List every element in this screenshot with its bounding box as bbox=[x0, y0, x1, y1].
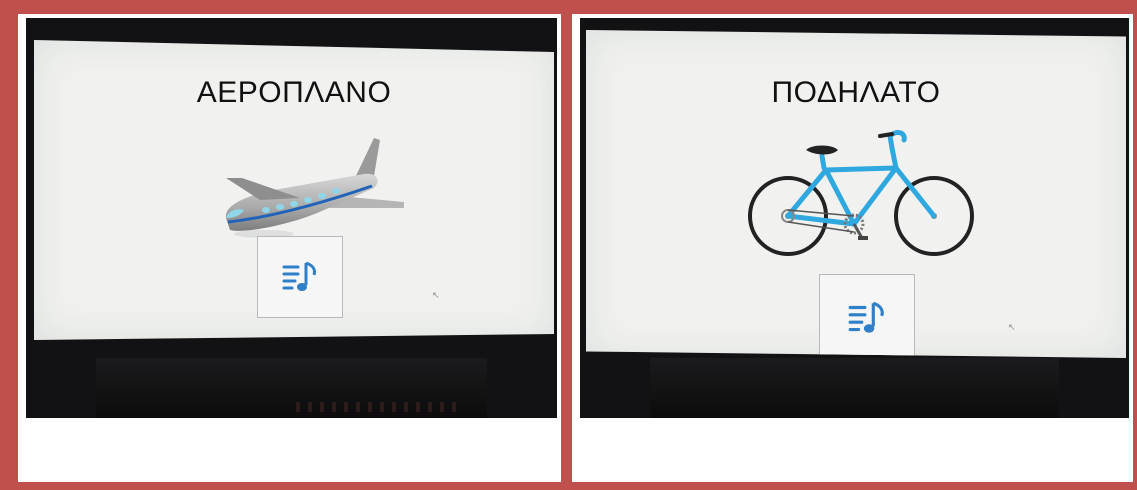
monitor-stand bbox=[650, 358, 1059, 418]
table-cell-airplane: ΑΕΡΟΠΛΑΝΟ ↖ bbox=[18, 14, 561, 482]
play-sound-button[interactable] bbox=[819, 274, 915, 358]
airplane-icon bbox=[225, 138, 404, 238]
table-cell-bicycle: ΠΟΔΗΛΑΤΟ ↖ bbox=[572, 14, 1133, 482]
monitor-screen: ΑΕΡΟΠΛΑΝΟ ↖ bbox=[34, 40, 554, 340]
bicycle-icon bbox=[748, 130, 974, 256]
monitor-photo: ΑΕΡΟΠΛΑΝΟ ↖ bbox=[26, 18, 557, 418]
slide-word: ΑΕΡΟΠΛΑΝΟ bbox=[196, 76, 392, 109]
keyboard-backlight bbox=[296, 402, 456, 412]
mouse-cursor-icon: ↖ bbox=[432, 290, 440, 300]
mouse-cursor-icon: ↖ bbox=[1008, 322, 1016, 332]
play-sound-icon bbox=[848, 301, 884, 333]
monitor-photo: ΠΟΔΗΛΑΤΟ ↖ bbox=[580, 18, 1129, 418]
play-sound-icon bbox=[282, 261, 316, 291]
play-sound-button[interactable] bbox=[257, 236, 343, 318]
monitor-screen: ΠΟΔΗΛΑΤΟ ↖ bbox=[586, 30, 1126, 358]
slide-word: ΠΟΔΗΛΑΤΟ bbox=[771, 76, 941, 109]
